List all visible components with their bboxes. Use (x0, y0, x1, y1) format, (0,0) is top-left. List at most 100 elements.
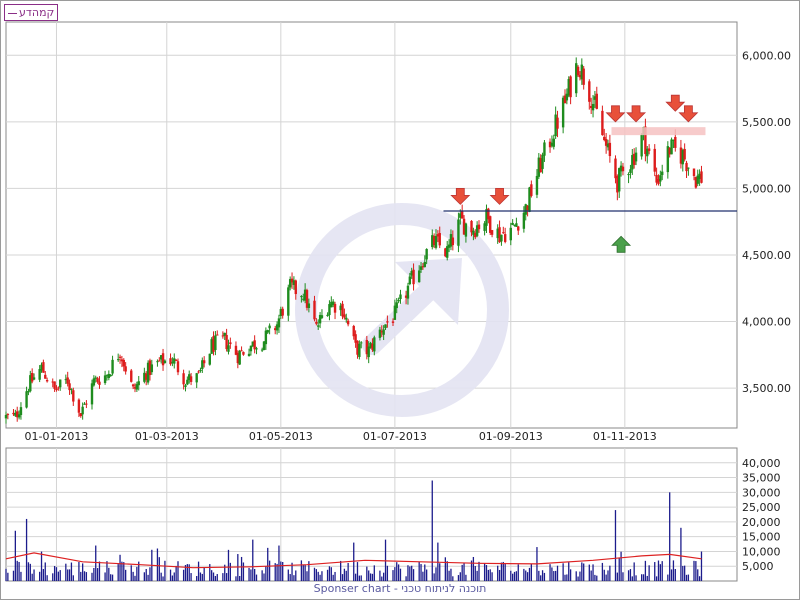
price-tick-label: 4,500.00 (742, 249, 791, 262)
candle-body (72, 390, 75, 402)
footer-text: Sponser chart - תוכנה לניתוח טכני (313, 582, 487, 595)
candle-body (247, 353, 251, 357)
candle-body (367, 346, 370, 358)
candle-body (70, 388, 73, 390)
price-tick-label: 3,500.00 (742, 382, 791, 395)
price-tick-label: 5,500.00 (742, 116, 791, 129)
candle-body (66, 377, 69, 384)
candle-body (515, 223, 518, 227)
date-tick-label: 01-07-2013 (363, 430, 427, 443)
candle-body (670, 139, 673, 155)
candle-body (118, 356, 122, 358)
candle-body (591, 103, 595, 111)
candle-body (116, 359, 120, 361)
candle-body (27, 391, 30, 393)
legend-label: קמהדע (19, 6, 55, 19)
candle-body (395, 302, 398, 309)
candle-body (176, 361, 180, 373)
candle-body (249, 345, 253, 352)
candle-body (647, 148, 651, 151)
candle-body (81, 406, 84, 415)
volume-tick-label: 15,000 (742, 531, 781, 544)
candle-body (382, 329, 385, 335)
candle-body (522, 212, 526, 229)
candle-body (614, 158, 617, 179)
candle-body (195, 373, 198, 383)
candle-body (44, 374, 47, 379)
candle-body (674, 137, 677, 148)
candle-body (45, 379, 49, 382)
candle-body (457, 219, 460, 246)
candle-body (268, 325, 271, 329)
candle-body (391, 321, 395, 323)
candle-body (517, 226, 520, 231)
candle-body (208, 353, 211, 365)
candle-body (683, 148, 686, 160)
candle-body (582, 68, 585, 85)
candle-body (576, 66, 580, 76)
volume-tick-label: 40,000 (742, 457, 781, 470)
candle-body (313, 300, 316, 320)
candle-body (4, 414, 8, 419)
candle-body (294, 280, 297, 295)
candle-body (384, 324, 387, 329)
candle-body (343, 314, 346, 318)
candle-body (333, 303, 337, 313)
candle-body (281, 308, 284, 316)
candle-body (158, 360, 161, 362)
candle-body (358, 343, 361, 357)
price-tick-label: 4,000.00 (742, 316, 791, 329)
candle-body (169, 358, 172, 365)
candle-body (446, 246, 449, 258)
candle-body (109, 374, 112, 377)
candle-body (255, 348, 258, 350)
candle-body (197, 371, 200, 373)
candle-body (629, 169, 632, 173)
candle-body (399, 294, 402, 300)
candle-body (214, 335, 217, 351)
candle-body (199, 369, 202, 371)
candle-body (307, 303, 311, 309)
candle-body (163, 360, 167, 363)
candle-body (378, 329, 382, 338)
candle-body (588, 81, 591, 102)
candle-body (90, 383, 94, 405)
candle-body (423, 261, 426, 268)
volume-tick-label: 20,000 (742, 516, 781, 529)
candle (130, 368, 133, 383)
candle-body (25, 391, 28, 408)
candle-body (182, 373, 185, 385)
candle-body (229, 342, 232, 345)
candle-body (460, 211, 464, 219)
candle-body (417, 270, 421, 283)
candle-body (277, 318, 281, 328)
candle-body (345, 317, 348, 320)
candle-body (434, 235, 438, 248)
candle-body (451, 237, 455, 246)
candle-body (32, 377, 36, 380)
candle-body (685, 162, 688, 172)
candle-body (57, 387, 60, 389)
candle-body (300, 296, 303, 298)
candle-body (543, 142, 546, 156)
candle-body (360, 342, 363, 344)
candle-body (315, 321, 318, 324)
candle-body (264, 330, 268, 345)
candle-body (464, 223, 468, 237)
candle-body (189, 376, 193, 382)
candle-body (173, 358, 176, 364)
candle-body (502, 232, 505, 234)
chart-window: 3,500.00 4,000.00 4,500.00 5,000.00 5,500.00… (0, 0, 800, 600)
candle-body (412, 269, 415, 285)
candle-body (317, 325, 320, 327)
candle-body (687, 167, 690, 169)
candle-body (661, 171, 664, 176)
stock-chart: 3,500.00 4,000.00 4,500.00 5,000.00 5,500.00… (0, 0, 800, 600)
candle-body (161, 353, 165, 366)
price-tick-label: 5,000.00 (742, 182, 791, 195)
candle-body (202, 360, 206, 364)
candle (640, 133, 643, 160)
candle-body (438, 233, 441, 246)
series-legend[interactable]: קמהדע (4, 4, 59, 21)
candle-body (500, 234, 503, 242)
